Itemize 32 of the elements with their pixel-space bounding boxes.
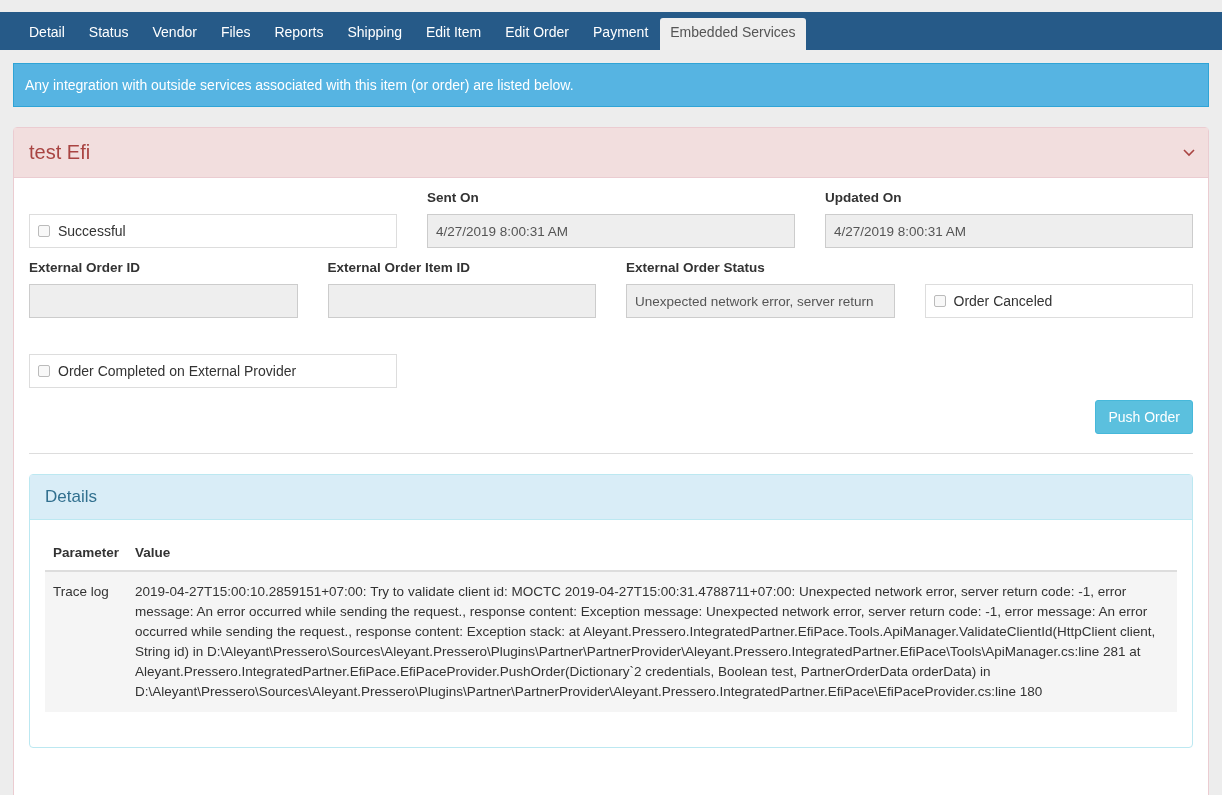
chevron-down-icon[interactable] [1183, 148, 1195, 157]
checkbox[interactable] [38, 225, 50, 237]
details-title: Details [45, 487, 97, 506]
panel-title: test Efi [29, 141, 91, 164]
checkbox-label: Successful [58, 223, 126, 239]
tab[interactable]: Edit Order [493, 18, 582, 50]
checkbox[interactable] [38, 365, 50, 377]
input-field[interactable]: 4/27/2019 8:00:31 AM [427, 214, 795, 248]
tab[interactable]: Vendor [140, 18, 209, 50]
field-label: External Order Status [626, 260, 766, 277]
input-field[interactable] [29, 284, 298, 318]
tab[interactable]: Payment [581, 18, 661, 50]
tab[interactable]: Status [76, 18, 141, 50]
table-cell: Trace log [45, 571, 128, 712]
info-alert: Any integration with outside services associated with this item (or order) are listed below. [13, 63, 1209, 107]
checkbox-label: Order Completed on External Provider [58, 363, 297, 379]
input-field[interactable]: 4/27/2019 8:00:31 AM [825, 214, 1193, 248]
input-field[interactable]: Unexpected network error, server return [626, 284, 895, 318]
table-cell: 2019-04-27T15:00:10.2859151+07:00: Try to validate client id: MOCTC 2019-04-27T15:00:31.4788711+07:00: Unexpected network error, server return code: -1, error message: An error occurred while sending the request., response content: Exception message: Unexpected network error, server return code: -1, error message: An error occurred while sending the request., response content: Exception stack: at Aleyant.Pressero.IntegratedPartner.EfiPace.Tools.ApiManager.ValidateClientId(HttpClient client, String id) in D:\Aleyant\Pressero\Sources\Aleyant.Pressero\Plugins\Partner\PartnerProvider\Aleyant.Pressero.IntegratedPartner.EfiPace\Tools\ApiManager.cs:line 281 at Aleyant.Pressero.IntegratedPartner.EfiPace.EfiPaceProvider.PushOrder(Dictionary`2 credentials, Boolean test, PartnerOrderData orderData) in D:\Aleyant\Pressero\Sources\Aleyant.Pressero\Plugins\Partner\PartnerProvider\Aleyant.Pressero.IntegratedPartner.EfiPace\EfiPaceProvider.cs:line 180 [127, 571, 1177, 712]
tab[interactable]: Detail [17, 18, 77, 50]
tab[interactable]: Reports [262, 18, 336, 50]
field-label: Sent On [427, 190, 480, 207]
field-label: Updated On [825, 190, 903, 207]
tab[interactable]: Files [208, 18, 263, 50]
field-label: External Order ID [29, 260, 142, 277]
checkbox-label: Order Canceled [953, 293, 1053, 309]
input-field[interactable] [327, 284, 596, 318]
tab[interactable]: Edit Item [413, 18, 494, 50]
checkbox[interactable] [933, 295, 946, 307]
tab[interactable]: Shipping [335, 18, 414, 50]
tab[interactable]: Embedded Services [660, 18, 806, 50]
field-label: External Order Item ID [327, 260, 472, 277]
